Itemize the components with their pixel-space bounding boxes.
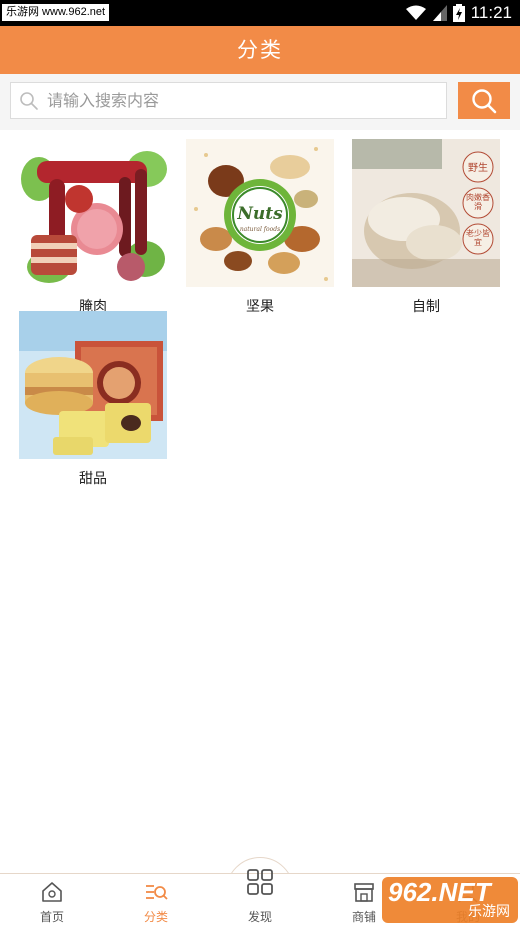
wifi-icon xyxy=(405,5,426,20)
status-watermark: 乐游网 www.962.net xyxy=(2,4,110,21)
category-image-dessert xyxy=(19,311,167,459)
category-image-cured-meat xyxy=(19,139,167,287)
search-input[interactable] xyxy=(47,91,427,110)
category-label: 甜品 xyxy=(79,471,107,487)
category-icon xyxy=(144,880,168,904)
status-time: 11:21 xyxy=(470,3,512,22)
category-item-cured-meat[interactable]: 腌肉 xyxy=(19,139,167,315)
category-item-nuts[interactable]: Nuts natural foods 坚果 xyxy=(186,139,334,315)
status-bar: 乐游网 www.962.net 11:21 xyxy=(0,0,520,26)
watermark-sub: 乐游网 xyxy=(468,903,510,919)
search-box[interactable] xyxy=(10,82,447,119)
tab-home[interactable]: 首页 xyxy=(0,874,104,926)
category-label: 坚果 xyxy=(246,299,274,315)
tab-category[interactable]: 分类 xyxy=(104,874,208,926)
signal-icon xyxy=(432,5,447,21)
watermark-logo: 962.NET 乐游网 xyxy=(382,877,518,923)
category-item-homemade[interactable]: 野生 肉嫩香滑 老少皆宜 自制 xyxy=(352,139,500,315)
page-title: 分类 xyxy=(237,38,283,62)
tab-label: 首页 xyxy=(39,910,64,924)
grid-icon xyxy=(246,868,274,896)
search-icon xyxy=(11,83,47,119)
search-area xyxy=(0,74,520,130)
badge-tender: 肉嫩香滑 xyxy=(466,193,490,211)
category-item-dessert[interactable]: 甜品 xyxy=(19,311,167,487)
battery-icon xyxy=(452,4,465,22)
category-image-homemade: 野生 肉嫩香滑 老少皆宜 xyxy=(352,139,500,287)
tab-label: 发现 xyxy=(247,910,272,924)
nuts-logo-subtext: natural foods xyxy=(240,226,280,233)
category-label: 自制 xyxy=(412,299,440,315)
nuts-logo-text: Nuts xyxy=(236,204,283,224)
search-icon xyxy=(472,88,497,113)
home-icon xyxy=(40,880,64,904)
search-button[interactable] xyxy=(458,82,510,119)
badge-all-ages: 老少皆宜 xyxy=(466,229,490,247)
category-image-nuts: Nuts natural foods xyxy=(186,139,334,287)
shop-icon xyxy=(352,880,376,904)
tab-label: 分类 xyxy=(143,910,168,924)
badge-wild: 野生 xyxy=(468,161,488,174)
app-header: 分类 xyxy=(0,26,520,74)
tab-discover[interactable]: 发现 xyxy=(208,869,312,926)
status-icons: 11:21 xyxy=(405,0,512,26)
